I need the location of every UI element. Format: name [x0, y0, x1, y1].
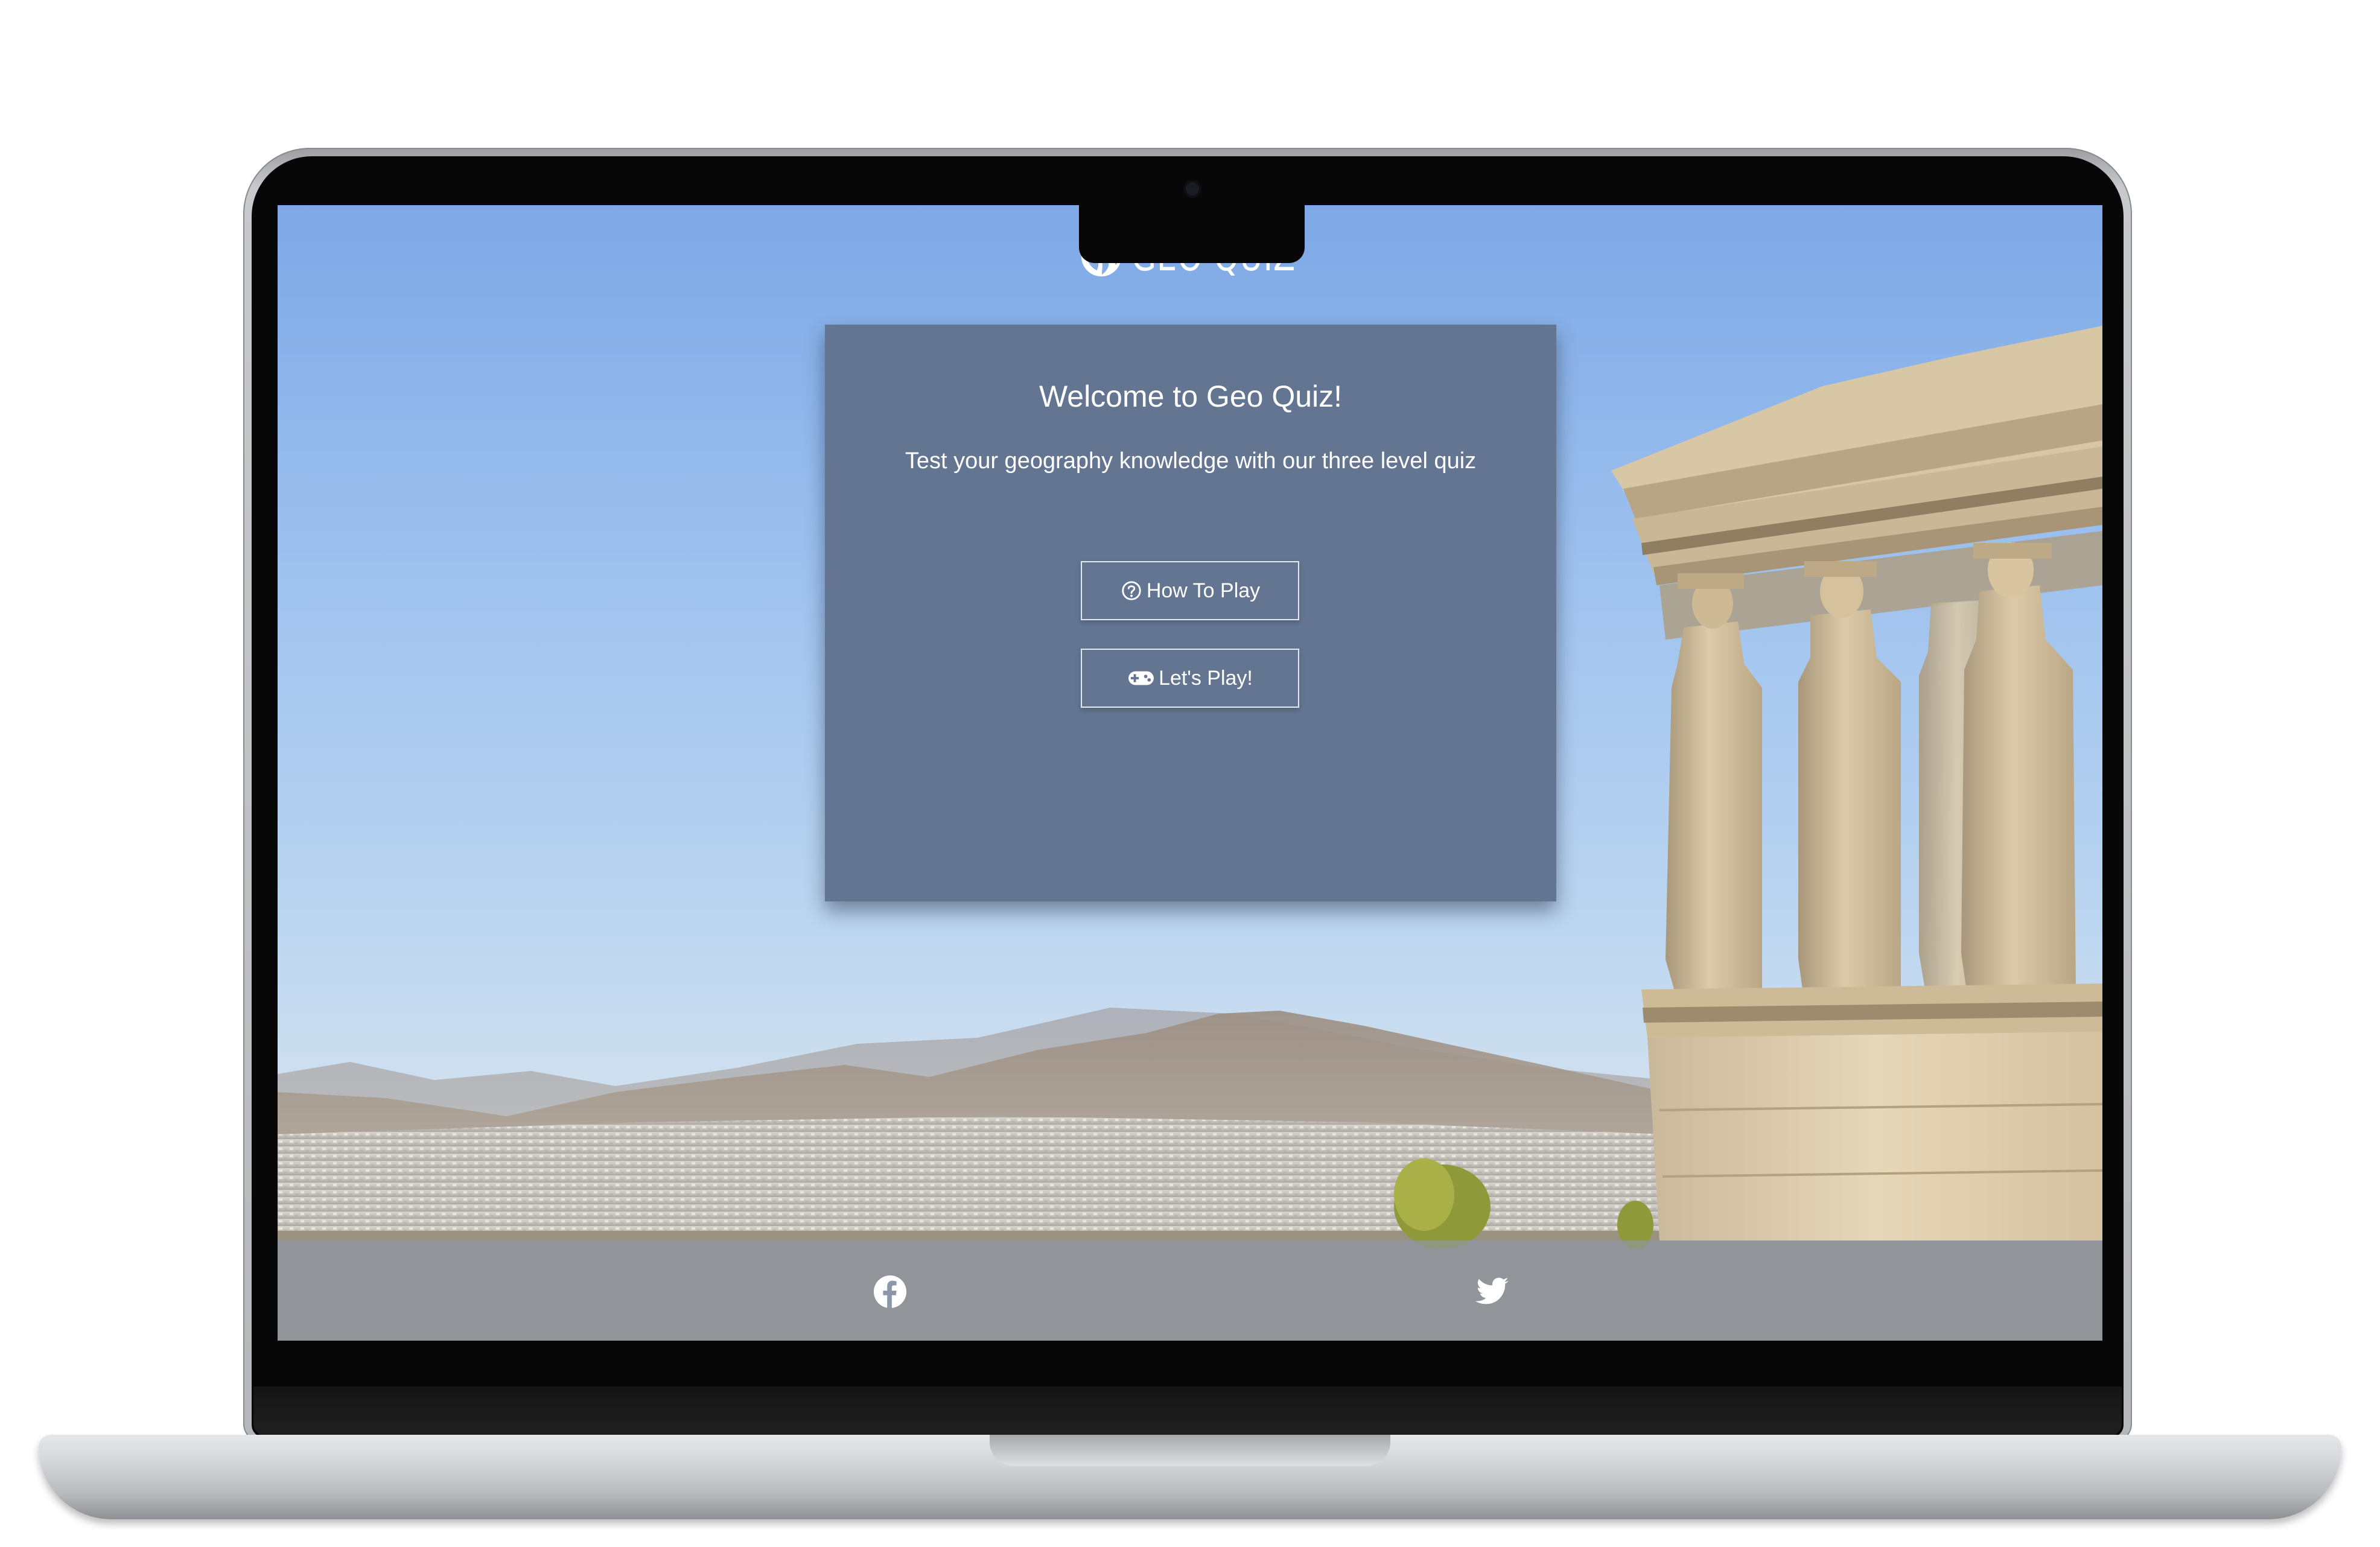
welcome-card: Welcome to Geo Quiz! Test your geography… — [825, 325, 1556, 901]
twitter-icon[interactable] — [1475, 1274, 1510, 1309]
welcome-subtitle: Test your geography knowledge with our t… — [905, 448, 1477, 474]
question-circle-icon — [1122, 581, 1141, 600]
how-to-play-label: How To Play — [1146, 579, 1261, 602]
gamepad-icon — [1128, 671, 1154, 685]
lets-play-label: Let's Play! — [1159, 666, 1253, 690]
laptop-opening-notch — [990, 1435, 1390, 1466]
device-mockup: GEO QUIZ Welcome to Geo Quiz! Test your … — [0, 0, 2380, 1547]
browser-viewport: GEO QUIZ Welcome to Geo Quiz! Test your … — [278, 205, 2102, 1341]
site-footer — [278, 1240, 2102, 1341]
screen-bottom-bezel — [253, 1387, 2122, 1436]
lets-play-button[interactable]: Let's Play! — [1081, 649, 1299, 708]
facebook-icon[interactable] — [873, 1274, 908, 1309]
how-to-play-button[interactable]: How To Play — [1081, 561, 1299, 620]
caryatid-porch — [1611, 326, 2102, 1240]
webcam — [1186, 182, 1199, 195]
welcome-title: Welcome to Geo Quiz! — [1039, 380, 1343, 413]
camera-notch — [1079, 205, 1305, 263]
